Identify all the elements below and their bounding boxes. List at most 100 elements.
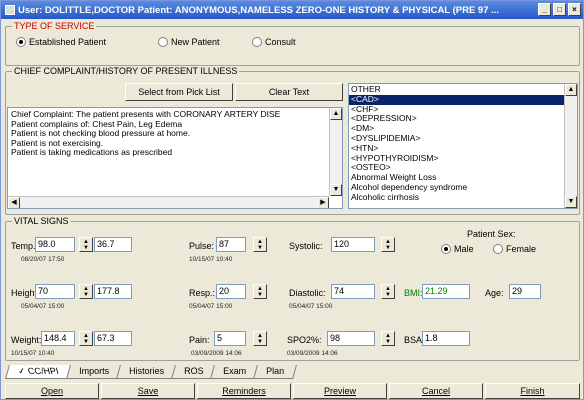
pulse-input[interactable]: 87 [216, 237, 246, 252]
height-spinner[interactable]: ▲ ▼ [79, 284, 93, 299]
window-title: User: DOLITTLE,DOCTOR Patient: ANONYMOUS… [18, 4, 500, 16]
resp-spinner[interactable]: ▲ ▼ [253, 284, 267, 299]
radio-dot [252, 37, 262, 47]
radio-established-patient[interactable]: Established Patient [16, 37, 106, 47]
check-icon: ✓ [16, 366, 27, 376]
spin-down-icon: ▼ [385, 244, 391, 251]
diastolic-date: 05/04/07 15:00 [289, 303, 333, 310]
age-label: Age: [485, 288, 504, 298]
pain-date: 03/09/2009 14:06 [191, 350, 242, 357]
diastolic-input[interactable]: 74 [331, 284, 375, 299]
radio-dot [16, 37, 26, 47]
diastolic-label: Diastolic: [289, 288, 326, 298]
spo2-spinner[interactable]: ▲ ▼ [381, 331, 395, 346]
spo2-input[interactable]: 98 [327, 331, 375, 346]
tab-histories[interactable]: Histories [115, 365, 177, 379]
temp-f-input[interactable]: 98.0 [35, 237, 75, 252]
height-date: 05/04/07 15:00 [21, 303, 65, 310]
clear-text-button[interactable]: Clear Text [235, 83, 343, 101]
spin-down-icon: ▼ [83, 291, 89, 298]
scroll-down-arrow-icon[interactable]: ▼ [330, 184, 342, 196]
systolic-spinner[interactable]: ▲ ▼ [381, 237, 395, 252]
scroll-up-arrow-icon[interactable]: ▲ [330, 108, 342, 120]
pick-list[interactable]: OTHER <CAD> <CHF> <DEPRESSION> <DM> <DYS… [348, 83, 578, 209]
complaint-horizontal-scrollbar[interactable]: ◀ ▶ [8, 196, 329, 208]
reminders-button[interactable]: Reminders [197, 383, 291, 399]
weight-kg-input[interactable]: 67.3 [94, 331, 132, 346]
open-button[interactable]: Open [5, 383, 99, 399]
bsa-value: 1.8 [422, 331, 470, 346]
weight-lb-input[interactable]: 148.4 [41, 331, 75, 346]
resp-input[interactable]: 20 [216, 284, 246, 299]
tab-exam[interactable]: Exam [210, 365, 260, 379]
spin-down-icon: ▼ [83, 244, 89, 251]
tab-cc-hpi[interactable]: ✓ CC/HPI [5, 365, 72, 379]
diastolic-spinner[interactable]: ▲ ▼ [381, 284, 395, 299]
spin-down-icon: ▼ [257, 338, 263, 345]
cancel-button[interactable]: Cancel [389, 383, 483, 399]
resp-date: 05/04/07 15:00 [189, 303, 233, 310]
height-in-input[interactable]: 70 [35, 284, 75, 299]
list-item[interactable]: <DYSLIPIDEMIA> [349, 133, 564, 144]
spo2-date: 03/09/2009 14:06 [287, 350, 338, 357]
tab-ros[interactable]: ROS [170, 365, 217, 379]
systolic-input[interactable]: 120 [331, 237, 375, 252]
scroll-right-arrow-icon[interactable]: ▶ [317, 197, 329, 208]
pain-input[interactable]: 5 [214, 331, 246, 346]
tab-imports[interactable]: Imports [65, 365, 122, 379]
save-button[interactable]: Save [101, 383, 195, 399]
list-item[interactable]: <DEPRESSION> [349, 114, 564, 124]
spin-down-icon: ▼ [385, 291, 391, 298]
list-item[interactable]: OTHER [349, 84, 564, 95]
title-bar: User: DOLITTLE,DOCTOR Patient: ANONYMOUS… [1, 1, 583, 19]
history-physical-window: User: DOLITTLE,DOCTOR Patient: ANONYMOUS… [0, 0, 584, 400]
radio-female[interactable]: Female [493, 244, 536, 254]
age-input[interactable]: 29 [509, 284, 541, 299]
radio-dot [158, 37, 168, 47]
list-item-selected[interactable]: <CAD> [349, 94, 564, 105]
pulse-spinner[interactable]: ▲ ▼ [253, 237, 267, 252]
pulse-date: 10/15/07 10:40 [189, 256, 233, 263]
temp-label: Temp.: [11, 241, 39, 251]
chief-complaint-title: CHIEF COMPLAINT/HISTORY OF PRESENT ILLNE… [12, 66, 240, 76]
spin-down-icon: ▼ [83, 338, 89, 345]
weight-spinner[interactable]: ▲ ▼ [79, 331, 93, 346]
weight-date: 10/15/07 10:40 [11, 350, 55, 357]
scroll-left-arrow-icon[interactable]: ◀ [8, 197, 20, 208]
tab-plan[interactable]: Plan [253, 365, 298, 379]
preview-button[interactable]: Preview [293, 383, 387, 399]
radio-dot [493, 244, 503, 254]
resp-label: Resp.: [189, 288, 216, 298]
temp-c-input[interactable]: 36.7 [94, 237, 132, 252]
minimize-button[interactable]: _ [538, 3, 551, 16]
pick-list-scrollbar[interactable]: ▲ ▼ [564, 84, 577, 208]
type-of-service-title: TYPE OF SERVICE [12, 21, 97, 31]
radio-male[interactable]: Male [441, 244, 474, 254]
complaint-vertical-scrollbar[interactable]: ▲ ▼ [329, 108, 342, 196]
scroll-up-arrow-icon[interactable]: ▲ [565, 84, 577, 96]
patient-sex-label: Patient Sex: [467, 229, 516, 239]
list-item[interactable]: Alcoholic cirrhosis [349, 192, 564, 203]
spin-down-icon: ▼ [257, 244, 263, 251]
spo2-label: SPO2%: [287, 335, 322, 345]
scroll-down-arrow-icon[interactable]: ▼ [565, 196, 577, 208]
spin-down-icon: ▼ [257, 291, 263, 298]
spin-down-icon: ▼ [385, 338, 391, 345]
pain-label: Pain: [189, 335, 210, 345]
radio-new-patient[interactable]: New Patient [158, 37, 220, 47]
complaint-textarea[interactable]: Chief Complaint: The patient presents wi… [7, 107, 343, 209]
app-icon [5, 5, 15, 15]
maximize-button[interactable]: □ [553, 3, 566, 16]
radio-consult[interactable]: Consult [252, 37, 296, 47]
complaint-line: Patient is taking medications as prescri… [11, 147, 173, 157]
finish-button[interactable]: Finish [485, 383, 580, 399]
select-from-pick-list-button[interactable]: Select from Pick List [125, 83, 233, 101]
weight-label: Weight: [11, 335, 42, 345]
close-button[interactable]: × [568, 3, 581, 16]
height-cm-input[interactable]: 177.8 [94, 284, 132, 299]
temp-spinner[interactable]: ▲ ▼ [79, 237, 93, 252]
pain-spinner[interactable]: ▲ ▼ [253, 331, 267, 346]
bmi-value: 21.29 [422, 284, 470, 299]
pulse-label: Pulse: [189, 241, 215, 251]
bmi-label: BMI: [404, 288, 423, 298]
